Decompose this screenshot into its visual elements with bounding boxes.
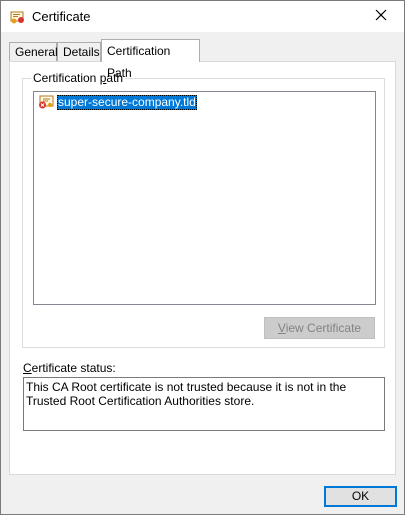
- title-bar[interactable]: Certificate: [1, 1, 404, 32]
- certificate-dialog: Certificate General Details Certificatio…: [0, 0, 405, 515]
- ok-button[interactable]: OK: [324, 486, 397, 507]
- tab-panel: Certification path s: [9, 61, 396, 475]
- tab-details[interactable]: Details: [57, 42, 101, 61]
- certification-path-group: Certification path s: [22, 71, 385, 348]
- tab-general[interactable]: General: [9, 42, 58, 61]
- close-button[interactable]: [358, 1, 404, 32]
- certificate-status-text[interactable]: This CA Root certificate is not trusted …: [23, 377, 385, 431]
- tree-item[interactable]: super-secure-company.tld: [38, 94, 197, 110]
- close-icon: [375, 9, 387, 24]
- certificate-error-icon: [38, 95, 54, 109]
- tree-item-label[interactable]: super-secure-company.tld: [57, 94, 197, 110]
- certificate-status-label: Certificate status:: [23, 361, 116, 375]
- certificate-icon: [10, 9, 26, 25]
- certification-path-tree[interactable]: super-secure-company.tld: [33, 91, 376, 305]
- window-title: Certificate: [32, 9, 91, 24]
- view-certificate-button[interactable]: View Certificate: [264, 317, 375, 339]
- tab-certification-path[interactable]: Certification Path: [101, 39, 200, 80]
